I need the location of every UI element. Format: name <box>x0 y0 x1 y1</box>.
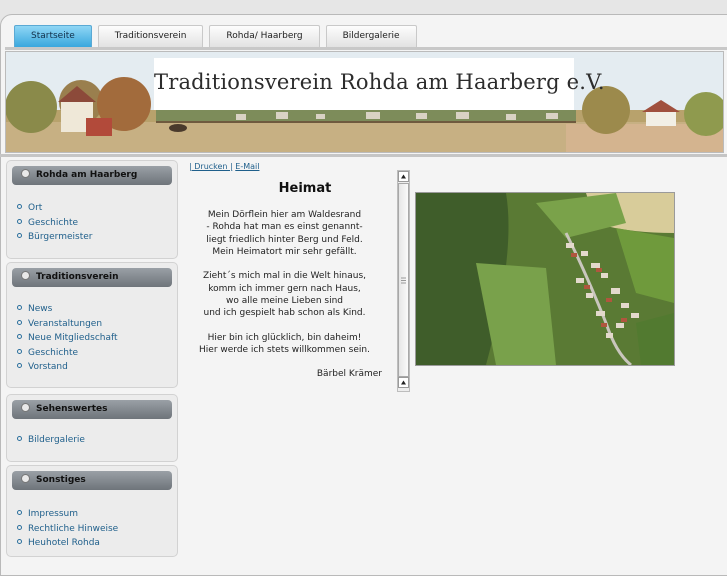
sidebar-item-label: Geschichte <box>28 217 79 228</box>
navigation-divider <box>5 47 727 50</box>
ring-bullet-icon <box>17 233 22 239</box>
sidebar-list: Ort Geschichte Bürgermeister <box>17 201 92 245</box>
sidebar-item-veranstaltungen[interactable]: Veranstaltungen <box>17 317 118 332</box>
sidebar-box: Traditionsverein News Veranstaltungen Neue … <box>6 262 178 388</box>
triangle-up-icon <box>401 380 406 385</box>
ring-bullet-icon <box>17 510 22 515</box>
poem-line: Zieht´s mich mal in die Welt hinaus, <box>202 271 367 282</box>
triangle-up-icon <box>401 174 406 179</box>
ring-bullet-icon <box>17 204 22 209</box>
print-link[interactable]: | Drucken | <box>189 162 233 171</box>
poem-line: Hier werde ich stets willkommen sein. <box>199 345 370 356</box>
ring-bullet-icon <box>17 436 22 441</box>
poem-author: Bärbel Krämer <box>316 369 382 379</box>
ring-bullet-icon <box>17 363 22 369</box>
sidebar-list: Impressum Rechtliche Hinweise Heuhotel Roh… <box>17 507 118 551</box>
sidebar-item-geschichte[interactable]: Geschichte <box>17 346 118 361</box>
sidebar-item-label: Ort <box>28 203 43 213</box>
tab-rohda-haarberg[interactable]: Rohda/ Haarberg <box>209 25 320 47</box>
sidebar-box-title-text: Traditionsverein <box>36 272 119 282</box>
poem-line <box>187 258 382 270</box>
scroll-down-button[interactable] <box>398 377 409 388</box>
sidebar-item-label: Neue Mitgliedschaft <box>28 333 118 344</box>
sidebar-item-label: Veranstaltungen <box>28 318 103 329</box>
scroll-thumb[interactable] <box>398 183 409 377</box>
circle-bullet-icon <box>21 169 30 178</box>
sidebar-item-impressum[interactable]: Impressum <box>17 507 118 522</box>
tab-bildergalerie[interactable]: Bildergalerie <box>325 25 417 47</box>
sidebar-item-label: Vorstand <box>28 362 68 373</box>
sidebar-item-bürgermeister[interactable]: Bürgermeister <box>17 230 92 245</box>
poem-line: liegt friedlich hinter Berg und Feld. <box>206 234 363 245</box>
circle-bullet-icon <box>21 474 30 483</box>
sidebar-item-label: News <box>28 304 53 314</box>
sidebar-box-title-text: Sonstiges <box>36 475 86 485</box>
poem-line: - Rohda hat man es einst genannt- <box>206 222 363 233</box>
sidebar-box: Sonstiges Impressum Rechtliche Hinweise Heu… <box>6 465 178 557</box>
sidebar-box-title: Rohda am Haarberg <box>12 166 172 185</box>
sidebar-item-label: Heuhotel Rohda <box>28 538 100 549</box>
sidebar-box-title: Sehenswertes <box>12 400 172 419</box>
tab-traditionsverein[interactable]: Traditionsverein <box>97 25 204 47</box>
sidebar-box: Sehenswertes Bildergalerie <box>6 394 178 462</box>
sidebar-item-label: Geschichte <box>28 347 79 358</box>
tab-startseite[interactable]: Startseite <box>14 25 92 47</box>
sidebar-item-label: Bürgermeister <box>28 232 93 243</box>
aerial-village-photo <box>415 192 675 366</box>
site-title: Traditionsverein Rohda am Haarberg e.V. <box>154 70 605 94</box>
poem-line: komm ich immer gern nach Haus, <box>208 283 361 294</box>
grip-icon <box>401 277 406 284</box>
ring-bullet-icon <box>17 539 22 545</box>
poem-line: Mein Heimatort mir sehr gefällt. <box>212 246 357 257</box>
sidebar-box: Rohda am Haarberg Ort Geschichte Bürgermeis… <box>6 160 178 259</box>
header-divider <box>0 154 727 157</box>
sidebar-item-label: Impressum <box>28 509 79 519</box>
page-title: Heimat <box>278 181 332 196</box>
poem-text: Mein Dörflein hier am Waldesrand - Rohda … <box>187 209 382 357</box>
aerial-photo-image <box>416 193 674 365</box>
circle-bullet-icon <box>21 403 30 412</box>
ring-bullet-icon <box>17 524 22 530</box>
ring-bullet-icon <box>17 305 22 310</box>
circle-bullet-icon <box>21 271 30 280</box>
sidebar-item-vorstand[interactable]: Vorstand <box>17 360 118 375</box>
sidebar-item-neue-mitgliedschaft[interactable]: Neue Mitgliedschaft <box>17 331 118 346</box>
main-navigation: Startseite Traditionsverein Rohda/ Haarber… <box>14 25 423 47</box>
sidebar-item-ort[interactable]: Ort <box>17 201 92 216</box>
sidebar-item-heuhotel-rohda[interactable]: Heuhotel Rohda <box>17 536 118 551</box>
poem-line: wo alle meine Lieben sind <box>225 296 344 307</box>
sidebar-item-geschichte[interactable]: Geschichte <box>17 216 92 231</box>
sidebar-list: News Veranstaltungen Neue Mitgliedschaft Ge… <box>17 302 118 375</box>
poem-line: und ich gespielt hab schon als Kind. <box>203 308 366 319</box>
sidebar-box-title: Sonstiges <box>12 471 172 490</box>
sidebar-item-news[interactable]: News <box>17 302 118 317</box>
sidebar-item-rechtliche-hinweise[interactable]: Rechtliche Hinweise <box>17 522 118 537</box>
email-link[interactable]: E-Mail <box>235 162 259 171</box>
scroll-up-button[interactable] <box>398 171 409 182</box>
ring-bullet-icon <box>17 319 22 325</box>
poem-line: Hier bin ich glücklich, bin daheim! <box>207 332 362 343</box>
sidebar-list: Bildergalerie <box>17 433 85 448</box>
content-toolbar: | Drucken | E-Mail <box>189 162 259 171</box>
sidebar-box-title-text: Sehenswertes <box>36 404 108 414</box>
sidebar-item-bildergalerie[interactable]: Bildergalerie <box>17 433 85 448</box>
sidebar-item-label: Rechtliche Hinweise <box>28 523 119 534</box>
poem-line <box>187 320 382 332</box>
poem-line: Mein Dörflein hier am Waldesrand <box>207 210 362 220</box>
ring-bullet-icon <box>17 348 22 354</box>
sidebar-box-title: Traditionsverein <box>12 268 172 287</box>
ring-bullet-icon <box>17 218 22 224</box>
sidebar-item-label: Bildergalerie <box>28 435 85 445</box>
content-scrollbar[interactable] <box>397 170 410 392</box>
sidebar-box-title-text: Rohda am Haarberg <box>36 170 138 180</box>
ring-bullet-icon <box>17 334 22 340</box>
header-banner: Traditionsverein Rohda am Haarberg e.V. <box>5 51 724 153</box>
